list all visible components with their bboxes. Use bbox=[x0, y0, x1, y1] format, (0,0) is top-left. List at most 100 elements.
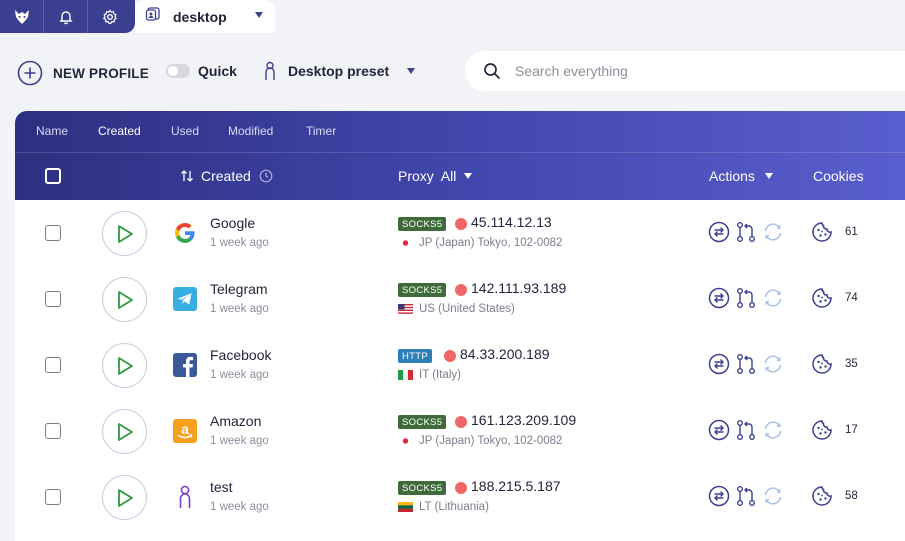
search-bar[interactable] bbox=[465, 51, 905, 91]
swap-proxy-icon[interactable] bbox=[708, 353, 730, 375]
play-icon bbox=[117, 290, 133, 309]
sort-tab-created[interactable]: Created bbox=[98, 124, 141, 138]
person-logo-icon bbox=[173, 485, 197, 509]
location-text: JP (Japan) Tokyo, 102-0082 bbox=[419, 435, 563, 447]
sort-tab-modified[interactable]: Modified bbox=[228, 124, 273, 138]
git-branch-icon[interactable] bbox=[735, 419, 757, 441]
cookie-count: 61 bbox=[845, 226, 858, 238]
row-checkbox[interactable] bbox=[45, 357, 61, 373]
sort-tab-timer[interactable]: Timer bbox=[306, 124, 336, 138]
gear-icon[interactable] bbox=[88, 0, 132, 33]
git-branch-icon[interactable] bbox=[735, 485, 757, 507]
proxy-column-header[interactable]: Proxy All bbox=[398, 168, 473, 184]
tab-desktop[interactable]: desktop bbox=[135, 0, 275, 33]
proxy-location: JP (Japan) Tokyo, 102-0082 bbox=[398, 237, 562, 249]
row-checkbox[interactable] bbox=[45, 225, 61, 241]
proxy-ip: 45.114.12.13 bbox=[471, 214, 552, 230]
git-branch-icon[interactable] bbox=[735, 353, 757, 375]
location-text: IT (Italy) bbox=[419, 369, 461, 381]
profile-name[interactable]: Facebook bbox=[210, 347, 271, 363]
new-profile-label: NEW PROFILE bbox=[53, 65, 149, 81]
cookies-header-label: Cookies bbox=[813, 168, 864, 184]
flag-jp-icon bbox=[398, 238, 413, 248]
cookies-cell[interactable]: 58 bbox=[811, 485, 858, 507]
bell-icon[interactable] bbox=[44, 0, 88, 33]
cookies-cell[interactable]: 35 bbox=[811, 353, 858, 375]
swap-proxy-icon[interactable] bbox=[708, 221, 730, 243]
actions-header-label: Actions bbox=[709, 168, 755, 184]
new-profile-button[interactable]: NEW PROFILE bbox=[17, 60, 149, 86]
location-text: US (United States) bbox=[419, 303, 515, 315]
play-button[interactable] bbox=[102, 475, 147, 520]
table-row[interactable]: a Amazon 1 week ago SOCKS5 161.123.209.1… bbox=[15, 398, 905, 464]
sort-tab-name[interactable]: Name bbox=[36, 124, 68, 138]
play-button[interactable] bbox=[102, 277, 147, 322]
row-actions bbox=[708, 287, 789, 309]
row-checkbox[interactable] bbox=[45, 489, 61, 505]
cookies-cell[interactable]: 17 bbox=[811, 419, 858, 441]
person-icon bbox=[265, 61, 275, 80]
wolf-logo-icon[interactable] bbox=[0, 0, 44, 33]
quick-label: Quick bbox=[198, 63, 237, 79]
table-row[interactable]: Google 1 week ago SOCKS5 45.114.12.13 JP… bbox=[15, 200, 905, 266]
cookie-count: 58 bbox=[845, 490, 858, 502]
cookie-icon bbox=[812, 420, 832, 440]
refresh-icon[interactable] bbox=[762, 221, 784, 243]
quick-toggle[interactable]: Quick bbox=[166, 63, 237, 79]
play-button[interactable] bbox=[102, 211, 147, 256]
select-all-checkbox[interactable] bbox=[45, 168, 61, 184]
proxy-ip: 84.33.200.189 bbox=[460, 346, 550, 362]
tab-label: desktop bbox=[173, 8, 227, 25]
preset-label: Desktop preset bbox=[288, 63, 390, 79]
profile-name[interactable]: Google bbox=[210, 215, 255, 231]
git-branch-icon[interactable] bbox=[735, 221, 757, 243]
proxy-status-dot bbox=[455, 482, 467, 494]
profile-tab-icon bbox=[145, 6, 161, 27]
play-button[interactable] bbox=[102, 409, 147, 454]
facebook-logo-icon bbox=[173, 353, 197, 377]
search-input[interactable] bbox=[515, 63, 815, 79]
row-actions bbox=[708, 353, 789, 375]
cookies-cell[interactable]: 74 bbox=[811, 287, 858, 309]
row-checkbox[interactable] bbox=[45, 423, 61, 439]
proxy-ip: 188.215.5.187 bbox=[471, 478, 561, 494]
top-bar: desktop bbox=[0, 0, 905, 34]
main-area: NEW PROFILE Quick Desktop preset Name Cr… bbox=[0, 33, 905, 541]
chevron-down-icon[interactable] bbox=[407, 68, 416, 74]
swap-proxy-icon[interactable] bbox=[708, 485, 730, 507]
play-icon bbox=[117, 488, 133, 507]
proxy-filter-label: All bbox=[440, 168, 457, 184]
toggle-switch[interactable] bbox=[166, 64, 190, 78]
table-row[interactable]: test 1 week ago SOCKS5 188.215.5.187 LT … bbox=[15, 464, 905, 530]
profile-name[interactable]: Amazon bbox=[210, 413, 261, 429]
created-column-header[interactable]: Created bbox=[179, 168, 273, 184]
cookies-cell[interactable]: 61 bbox=[811, 221, 858, 243]
refresh-icon[interactable] bbox=[762, 485, 784, 507]
profile-name[interactable]: Telegram bbox=[210, 281, 268, 297]
cookie-icon bbox=[812, 222, 832, 242]
row-checkbox[interactable] bbox=[45, 291, 61, 307]
proxy-status-dot bbox=[455, 284, 467, 296]
actions-column-header[interactable]: Actions bbox=[709, 168, 773, 184]
swap-proxy-icon[interactable] bbox=[708, 419, 730, 441]
proxy-location: LT (Lithuania) bbox=[398, 501, 489, 513]
table-row[interactable]: Telegram 1 week ago SOCKS5 142.111.93.18… bbox=[15, 266, 905, 332]
refresh-icon[interactable] bbox=[762, 353, 784, 375]
flag-lt-icon bbox=[398, 502, 413, 512]
sort-tabs: Name Created Used Modified Timer bbox=[15, 111, 905, 153]
preset-selector[interactable]: Desktop preset bbox=[262, 61, 416, 81]
git-branch-icon[interactable] bbox=[735, 287, 757, 309]
table-row[interactable]: Facebook 1 week ago HTTP 84.33.200.189 I… bbox=[15, 332, 905, 398]
play-icon bbox=[117, 356, 133, 375]
sort-tab-used[interactable]: Used bbox=[171, 124, 199, 138]
flag-us-icon bbox=[398, 304, 413, 314]
play-button[interactable] bbox=[102, 343, 147, 388]
profile-name[interactable]: test bbox=[210, 479, 233, 495]
refresh-icon[interactable] bbox=[762, 419, 784, 441]
location-text: LT (Lithuania) bbox=[419, 501, 489, 513]
swap-proxy-icon[interactable] bbox=[708, 287, 730, 309]
clock-icon bbox=[259, 169, 273, 183]
chevron-down-icon[interactable] bbox=[255, 12, 263, 18]
refresh-icon[interactable] bbox=[762, 287, 784, 309]
row-actions bbox=[708, 221, 789, 243]
